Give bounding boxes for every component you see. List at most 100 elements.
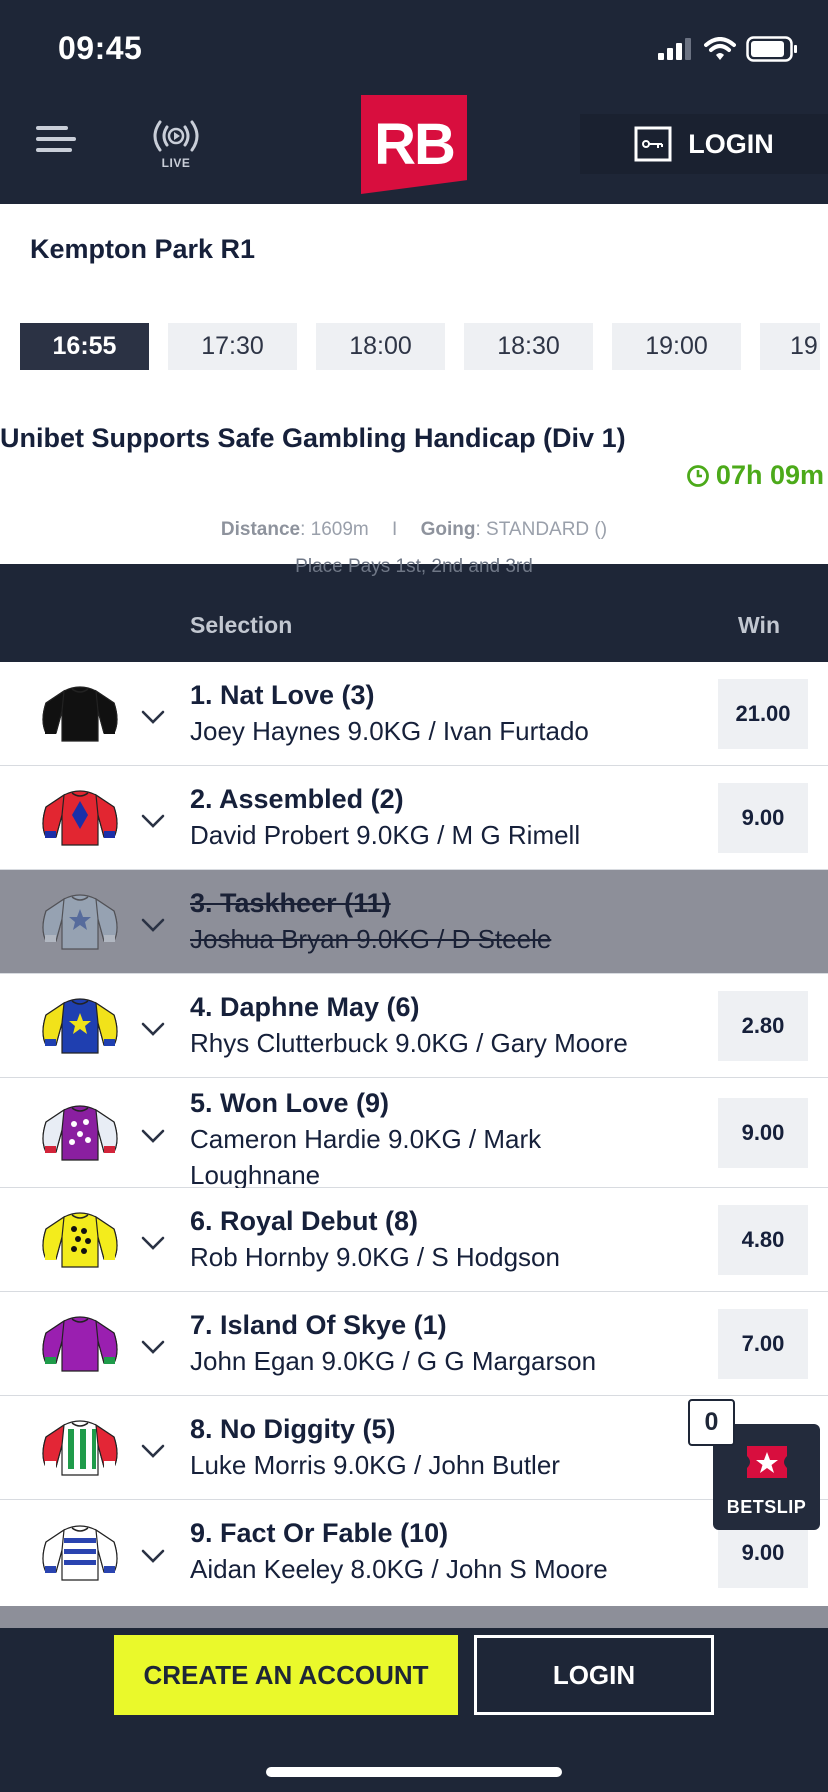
cellular-signal-icon: [658, 38, 691, 60]
race-info: Distance: 1609m I Going: STANDARD (): [0, 519, 828, 541]
info-separator: I: [392, 519, 398, 540]
runner-details: 5. Won Love (9) Cameron Hardie 9.0KG / Ma…: [190, 1086, 610, 1193]
win-odds-button[interactable]: 9.00: [718, 783, 808, 853]
chevron-down-icon[interactable]: [141, 1129, 165, 1143]
chevron-down-icon[interactable]: [141, 1236, 165, 1250]
runner-jockey-trainer: Cameron Hardie 9.0KG / Mark Loughnane: [190, 1124, 542, 1190]
win-column-header: Win: [738, 612, 780, 638]
tab-race-time[interactable]: 16:55: [20, 323, 149, 370]
selection-column-header: Selection: [190, 612, 293, 638]
hamburger-menu-icon[interactable]: [36, 126, 76, 158]
runner-name: 8. No Diggity (5): [190, 1414, 396, 1444]
runner-details: 9. Fact Or Fable (10) Aidan Keeley 8.0KG …: [190, 1516, 608, 1587]
runner-details: 3. Taskheer (11) Joshua Bryan 9.0KG / D S…: [190, 886, 551, 957]
win-odds-button[interactable]: 2.80: [718, 991, 808, 1061]
going-label: Going: [420, 519, 476, 540]
runner-jockey-trainer: Aidan Keeley 8.0KG / John S Moore: [190, 1554, 608, 1584]
tab-race-time[interactable]: 18:30: [464, 323, 593, 370]
tab-race-time[interactable]: 19:00: [612, 323, 741, 370]
chevron-down-icon[interactable]: [141, 1340, 165, 1354]
footer-login-button[interactable]: LOGIN: [474, 1635, 714, 1715]
runner-name: 2. Assembled (2): [190, 784, 404, 814]
header-login-button[interactable]: LOGIN: [580, 114, 828, 174]
jockey-silk-icon: [38, 1311, 122, 1377]
live-broadcast-icon: [153, 120, 199, 152]
runner-name: 3. Taskheer (11): [190, 888, 391, 918]
runner-row[interactable]: 1. Nat Love (3) Joey Haynes 9.0KG / Ivan …: [0, 662, 828, 766]
win-odds-button[interactable]: 21.00: [718, 679, 808, 749]
jockey-silk-icon: [38, 681, 122, 747]
live-button[interactable]: LIVE: [148, 118, 204, 170]
live-label: LIVE: [161, 156, 191, 170]
race-time-tabs: 16:55 17:30 18:00 18:30 19:00 19:: [20, 323, 820, 370]
app-header: LIVE RB LOGIN: [0, 95, 828, 194]
wifi-icon: [704, 37, 736, 60]
header-login-label: LOGIN: [688, 128, 774, 159]
runner-details: 6. Royal Debut (8) Rob Hornby 9.0KG / S H…: [190, 1204, 560, 1275]
runner-details: 1. Nat Love (3) Joey Haynes 9.0KG / Ivan …: [190, 678, 589, 749]
runner-name: 6. Royal Debut (8): [190, 1206, 419, 1236]
going-value: : STANDARD (): [475, 519, 608, 540]
runners-list: 1. Nat Love (3) Joey Haynes 9.0KG / Ivan …: [0, 662, 828, 1606]
runner-name: 5. Won Love (9): [190, 1088, 390, 1118]
runner-jockey-trainer: Rhys Clutterbuck 9.0KG / Gary Moore: [190, 1028, 628, 1058]
key-card-icon: [634, 126, 672, 162]
win-odds-button[interactable]: 7.00: [718, 1309, 808, 1379]
runner-row[interactable]: 4. Daphne May (6) Rhys Clutterbuck 9.0KG …: [0, 974, 828, 1078]
footer-actions: CREATE AN ACCOUNT LOGIN: [0, 1628, 828, 1792]
runner-jockey-trainer: John Egan 9.0KG / G G Margarson: [190, 1346, 597, 1376]
status-bar: 09:45: [0, 0, 828, 96]
chevron-down-icon[interactable]: [141, 918, 165, 932]
runner-details: 2. Assembled (2) David Probert 9.0KG / M …: [190, 782, 580, 853]
rb-logo[interactable]: RB: [361, 95, 467, 194]
runner-row[interactable]: 9. Fact Or Fable (10) Aidan Keeley 8.0KG …: [0, 1500, 828, 1606]
jockey-silk-icon: [38, 993, 122, 1059]
win-odds-button[interactable]: 4.80: [718, 1205, 808, 1275]
jockey-silk-icon: [38, 1100, 122, 1166]
footer-divider: [0, 1606, 828, 1628]
runner-jockey-trainer: David Probert 9.0KG / M G Rimell: [190, 820, 581, 850]
race-name: Unibet Supports Safe Gambling Handicap (…: [0, 423, 626, 453]
chevron-down-icon[interactable]: [141, 814, 165, 828]
runner-name: 1. Nat Love (3): [190, 680, 375, 710]
status-time: 09:45: [58, 30, 143, 66]
jockey-silk-icon: [38, 785, 122, 851]
jockey-silk-icon: [38, 1207, 122, 1273]
runner-name: 4. Daphne May (6): [190, 992, 420, 1022]
runner-jockey-trainer: Joey Haynes 9.0KG / Ivan Furtado: [190, 716, 589, 746]
runner-row[interactable]: 6. Royal Debut (8) Rob Hornby 9.0KG / S H…: [0, 1188, 828, 1292]
runner-details: 8. No Diggity (5) Luke Morris 9.0KG / Joh…: [190, 1412, 560, 1483]
race-countdown: 07h 09m: [686, 460, 824, 491]
tab-race-time[interactable]: 18:00: [316, 323, 445, 370]
tab-race-time[interactable]: 19:: [760, 323, 820, 370]
runner-name: 9. Fact Or Fable (10): [190, 1518, 449, 1548]
runner-row[interactable]: 5. Won Love (9) Cameron Hardie 9.0KG / Ma…: [0, 1078, 828, 1190]
runner-details: 7. Island Of Skye (1) John Egan 9.0KG / G…: [190, 1308, 596, 1379]
clock-icon: [687, 464, 709, 487]
betslip-ticket-icon: [747, 1446, 787, 1478]
runner-name: 7. Island Of Skye (1): [190, 1310, 447, 1340]
runner-jockey-trainer: Joshua Bryan 9.0KG / D Steele: [190, 924, 552, 954]
runner-row[interactable]: 7. Island Of Skye (1) John Egan 9.0KG / G…: [0, 1292, 828, 1396]
betslip-count-badge: 0: [688, 1399, 735, 1446]
chevron-down-icon[interactable]: [141, 710, 165, 724]
runner-row[interactable]: 2. Assembled (2) David Probert 9.0KG / M …: [0, 766, 828, 870]
runners-table-header: Selection Win: [0, 588, 828, 662]
status-icons: [658, 36, 798, 62]
chevron-down-icon[interactable]: [141, 1022, 165, 1036]
distance-label: Distance: [220, 519, 301, 540]
chevron-down-icon[interactable]: [141, 1444, 165, 1458]
meeting-title: Kempton Park R1: [30, 234, 256, 264]
battery-icon: [746, 36, 797, 62]
runner-row[interactable]: 3. Taskheer (11) Joshua Bryan 9.0KG / D S…: [0, 870, 828, 974]
home-indicator: [266, 1767, 562, 1777]
place-pays-text: Place Pays 1st, 2nd and 3rd: [295, 556, 533, 577]
jockey-silk-icon: [38, 1520, 122, 1586]
tab-race-time[interactable]: 17:30: [168, 323, 297, 370]
chevron-down-icon[interactable]: [141, 1549, 165, 1563]
create-account-button[interactable]: CREATE AN ACCOUNT: [114, 1635, 458, 1715]
countdown-value: 07h 09m: [715, 460, 824, 490]
win-odds-button[interactable]: 9.00: [718, 1098, 808, 1168]
race-panel: Kempton Park R1 16:55 17:30 18:00 18:30 …: [0, 204, 828, 564]
jockey-silk-icon: [38, 889, 122, 955]
